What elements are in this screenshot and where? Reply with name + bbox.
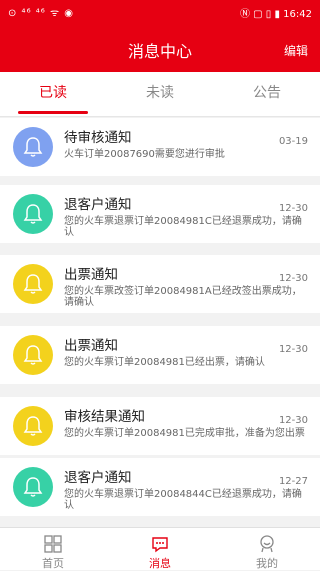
tab-read[interactable]: 已读 <box>0 72 106 116</box>
message-item[interactable]: 审核结果通知 12-30 您的火车票订单20084981已完成审批，准备为您出票 <box>0 397 320 455</box>
message-text: 您的火车票退票订单20084981C已经退票成功，请确认 <box>64 216 302 238</box>
message-title: 出票通知 <box>64 338 118 354</box>
message-item[interactable]: 退客户通知 12-27 您的火车票退票订单20084844C已经退票成功，请确认 <box>0 458 320 516</box>
message-date: 12-30 <box>278 415 308 426</box>
message-title: 审核结果通知 <box>64 409 145 425</box>
message-title: 退客户通知 <box>64 197 132 213</box>
message-date: 12-30 <box>278 203 308 214</box>
edit-button[interactable]: 编辑 <box>284 42 308 59</box>
active-tab-indicator <box>18 111 88 114</box>
message-title: 出票通知 <box>64 267 118 283</box>
message-text: 您的火车票订单20084981已经出票，请确认 <box>64 357 265 368</box>
message-text: 您的火车票订单20084981已完成审批，准备为您出票 <box>64 428 305 439</box>
tab-label: 未读 <box>146 85 174 101</box>
message-date: 12-30 <box>278 344 308 355</box>
bottom-nav: 首页 消息 我的 <box>0 527 320 570</box>
tab-unread[interactable]: 未读 <box>107 72 213 116</box>
message-item[interactable]: 出票通知 12-30 您的火车票改签订单20084981A已经改签出票成功，请确… <box>0 255 320 313</box>
message-text: 火车订单20087690需要您进行审批 <box>64 149 225 160</box>
nav-home[interactable]: 首页 <box>0 528 106 570</box>
status-left-icons: ⊙ ⁴⁶ ⁴⁶ ᯤ ◉ <box>8 8 74 19</box>
message-item[interactable]: 出票通知 12-30 您的火车票订单20084981已经出票，请确认 <box>0 326 320 384</box>
message-item[interactable]: 待审核通知 03-19 火车订单20087690需要您进行审批 <box>0 118 320 176</box>
nav-messages[interactable]: 消息 <box>107 528 213 570</box>
tab-bar: 已读 未读 公告 <box>0 72 320 117</box>
message-title: 退客户通知 <box>64 470 132 486</box>
user-icon <box>260 535 274 553</box>
message-item[interactable]: 退客户通知 12-30 您的火车票退票订单20084981C已经退票成功，请确认 <box>0 185 320 243</box>
status-right-info: Ⓝ ▢ ▯ ▮ 16:42 <box>240 9 312 20</box>
tab-label: 公告 <box>253 85 281 101</box>
tab-label: 已读 <box>39 85 67 101</box>
message-list[interactable]: 待审核通知 03-19 火车订单20087690需要您进行审批 退客户通知 12… <box>0 118 320 527</box>
bell-icon <box>13 406 53 446</box>
status-bar: ⊙ ⁴⁶ ⁴⁶ ᯤ ◉ Ⓝ ▢ ▯ ▮ 16:42 <box>0 0 320 24</box>
grid-icon <box>44 535 62 553</box>
message-text: 您的火车票退票订单20084844C已经退票成功，请确认 <box>64 489 302 511</box>
message-date: 03-19 <box>278 136 308 147</box>
message-date: 12-30 <box>278 273 308 284</box>
page-title: 消息中心 <box>127 42 192 61</box>
header: 消息中心 编辑 <box>0 24 320 72</box>
bell-icon <box>13 467 53 507</box>
bell-icon <box>13 264 53 304</box>
bell-icon <box>13 335 53 375</box>
bell-icon <box>13 127 53 167</box>
message-text: 您的火车票改签订单20084981A已经改签出票成功，请确认 <box>64 286 302 308</box>
message-date: 12-27 <box>278 476 308 487</box>
nav-mine[interactable]: 我的 <box>214 528 320 570</box>
bell-icon <box>13 194 53 234</box>
message-title: 待审核通知 <box>64 130 132 146</box>
tab-announcement[interactable]: 公告 <box>214 72 320 116</box>
message-icon <box>152 537 168 553</box>
